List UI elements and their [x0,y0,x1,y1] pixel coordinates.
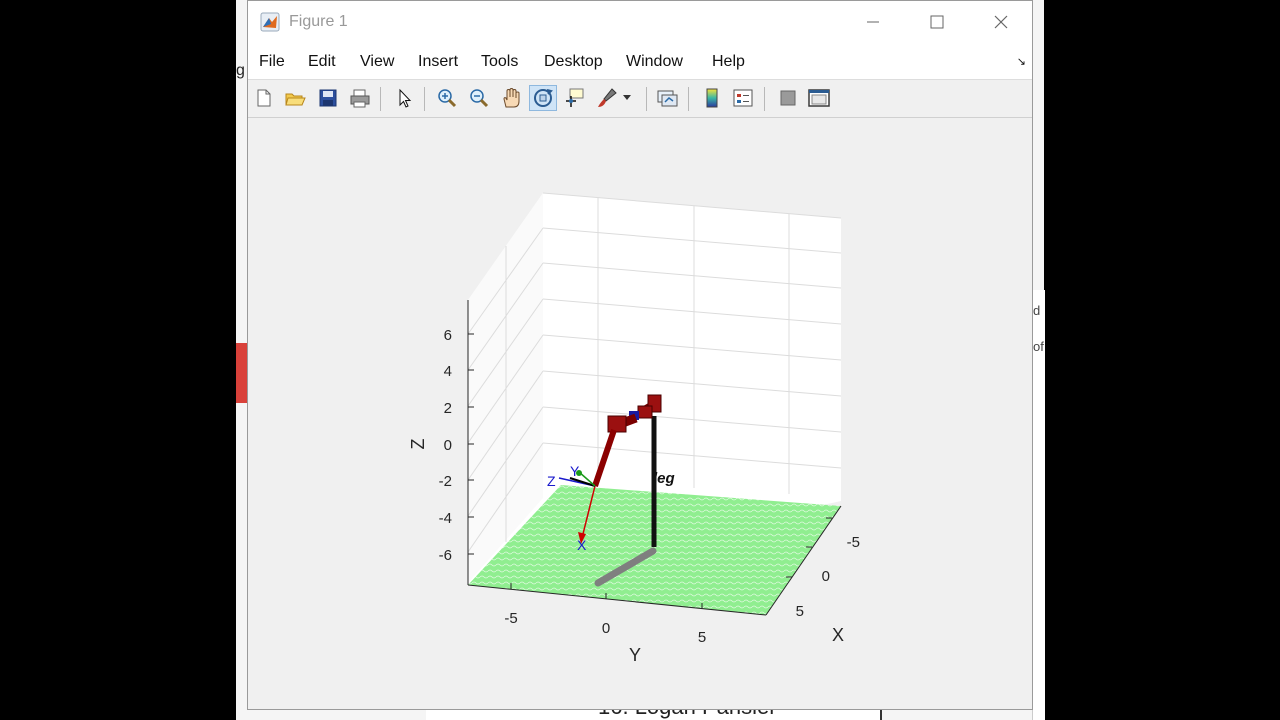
close-button[interactable] [969,1,1033,43]
data-cursor-button[interactable] [561,85,589,111]
y-axis-label: Y [629,645,641,665]
save-figure-button[interactable] [314,85,342,111]
colorbar-icon [706,88,718,108]
zoom-in-icon [438,89,457,108]
z-tick-label: 2 [444,400,452,417]
frame-y-label: Y [570,463,580,479]
robot-joint-2 [637,405,653,419]
figure-canvas[interactable]: 6 4 2 0 -2 -4 -6 Z -5 0 5 Y -5 0 5 X Z Y… [248,118,1032,709]
maximize-button[interactable] [905,1,969,43]
menu-view[interactable]: View [360,53,394,71]
rotate-3d-button[interactable] [529,85,557,111]
printer-icon [350,89,370,108]
zoom-out-button[interactable] [465,85,493,111]
x-tick-label: 0 [822,568,830,585]
menu-window[interactable]: Window [626,53,683,71]
pointer-arrow-icon [399,88,412,108]
edit-plot-button[interactable] [390,85,418,111]
new-file-icon [257,89,271,107]
insert-colorbar-button[interactable] [698,85,726,111]
zoom-out-icon [470,89,489,108]
minimize-icon [867,21,879,23]
x-tick-label: 5 [796,603,804,620]
hide-plot-tools-button[interactable] [774,85,802,111]
background-right-text-1: d [1033,303,1041,318]
y-tick-label: 5 [698,629,706,646]
toolbar-separator [764,87,765,111]
print-figure-button[interactable] [346,85,374,111]
toolbar-separator [646,87,647,111]
window-title: Figure 1 [289,13,348,30]
legend-icon [733,89,753,107]
data-cursor-icon [566,88,584,107]
z-tick-label: -2 [439,473,452,490]
rotate-3d-icon [534,89,553,107]
menu-bar: File Edit View Insert Tools Desktop Wind… [248,43,1032,79]
z-tick-label: 6 [444,327,452,344]
robot-name-label: leg [653,470,675,487]
open-file-button[interactable] [281,85,309,111]
background-right-text-2: of [1033,339,1044,354]
z-tick-label: 4 [444,363,452,380]
chevron-down-icon [623,95,631,100]
z-tick-label: -6 [439,547,452,564]
menu-file[interactable]: File [259,53,285,71]
y-tick-label: -5 [504,610,517,627]
frame-x-label: X [577,537,587,553]
y-tick-label: 0 [602,620,610,637]
menu-tools[interactable]: Tools [481,53,518,71]
toolbar-separator [380,87,381,111]
menu-help[interactable]: Help [712,53,745,71]
x-axis-label: X [832,625,844,645]
z-axis-label: Z [408,439,428,450]
close-icon [994,15,1008,29]
pan-button[interactable] [497,85,525,111]
show-plot-tools-button[interactable] [805,85,833,111]
menu-insert[interactable]: Insert [418,53,458,71]
background-left-text: g [236,62,245,79]
x-tick-label: -5 [847,534,860,551]
toolbar-separator [424,87,425,111]
z-tick-label: -4 [439,510,452,527]
hide-plot-tools-icon [780,90,796,106]
link-plot-button[interactable] [654,85,682,111]
hand-icon [503,87,520,108]
brush-icon [598,88,617,107]
new-figure-button[interactable] [250,85,278,111]
brush-button[interactable] [593,85,621,111]
figure-toolbar [248,79,1032,118]
maximize-icon [930,15,944,29]
toolbar-separator [688,87,689,111]
figure-window: Figure 1 File Edit View Insert Tools Des… [247,0,1033,710]
undock-arrow-icon[interactable]: ↘ [1017,55,1026,68]
insert-legend-button[interactable] [729,85,757,111]
z-tick-label: 0 [444,437,452,454]
brush-dropdown[interactable] [620,85,634,111]
frame-z-label: Z [547,473,556,489]
title-bar[interactable]: Figure 1 [248,1,1032,43]
axes-3d[interactable]: 6 4 2 0 -2 -4 -6 Z -5 0 5 Y -5 0 5 X Z Y… [248,118,1034,709]
matlab-icon [260,12,280,32]
open-folder-icon [285,93,306,106]
menu-edit[interactable]: Edit [308,53,336,71]
robot-joint-3 [607,415,627,433]
menu-desktop[interactable]: Desktop [544,53,603,71]
show-plot-tools-icon [808,89,830,107]
link-plot-icon [657,90,678,107]
minimize-button[interactable] [841,1,905,43]
zoom-in-button[interactable] [433,85,461,111]
save-icon [319,89,337,107]
